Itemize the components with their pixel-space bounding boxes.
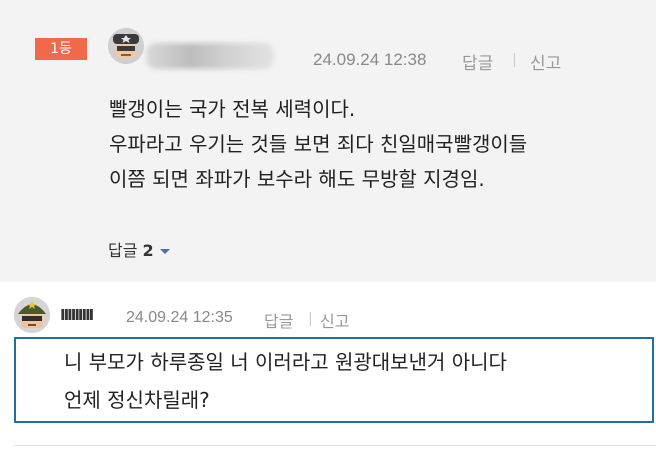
army-helmet-avatar-icon[interactable] (14, 297, 50, 333)
reply-button[interactable]: 답글 (462, 49, 493, 74)
rank-badge: 1등 (35, 38, 87, 60)
reply-toggle-label: 답글 (108, 241, 138, 260)
reply-report-button[interactable]: 신고 (320, 308, 349, 332)
reply-count-toggle[interactable]: 답글 2 (108, 237, 170, 261)
reply-nickname[interactable]: IIIIIIIII (60, 306, 94, 324)
reply-body: 니 부모가 하루종일 너 이러라고 원광대보낸거 아니다 언제 정신차릴래? (64, 343, 507, 419)
comment-date: 24.09.24 12:38 (313, 50, 427, 69)
comment-body: 빨갱이는 국가 전복 세력이다. 우파라고 우기는 것들 보면 죄다 친일매국빨… (109, 92, 527, 197)
divider (14, 445, 656, 446)
meta-separator: | (308, 311, 313, 327)
blurred-nickname (146, 43, 274, 69)
meta-separator: | (512, 52, 517, 68)
comment-line: 우파라고 우기는 것들 보면 죄다 친일매국빨갱이들 (109, 132, 528, 156)
comment-line: 이쯤 되면 좌파가 보수라 해도 무방할 지경임. (109, 167, 485, 191)
highlighted-reply: 니 부모가 하루종일 너 이러라고 원광대보낸거 아니다 언제 정신차릴래? (14, 337, 654, 423)
reply-line: 언제 정신차릴래? (64, 388, 210, 412)
caret-down-icon (159, 249, 170, 254)
top-comment: 1등 24.09.24 12:38 답글 | 신고 빨갱이는 국가 전복 세력이… (0, 0, 656, 282)
reply-reply-button[interactable]: 답글 (264, 308, 293, 332)
report-button[interactable]: 신고 (530, 49, 561, 74)
reply-count: 2 (142, 241, 154, 260)
soldier-avatar-icon[interactable] (108, 28, 144, 64)
comment-line: 빨갱이는 국가 전복 세력이다. (109, 97, 356, 121)
reply-date: 24.09.24 12:35 (126, 309, 233, 326)
reply-line: 니 부모가 하루종일 너 이러라고 원광대보낸거 아니다 (64, 350, 507, 374)
